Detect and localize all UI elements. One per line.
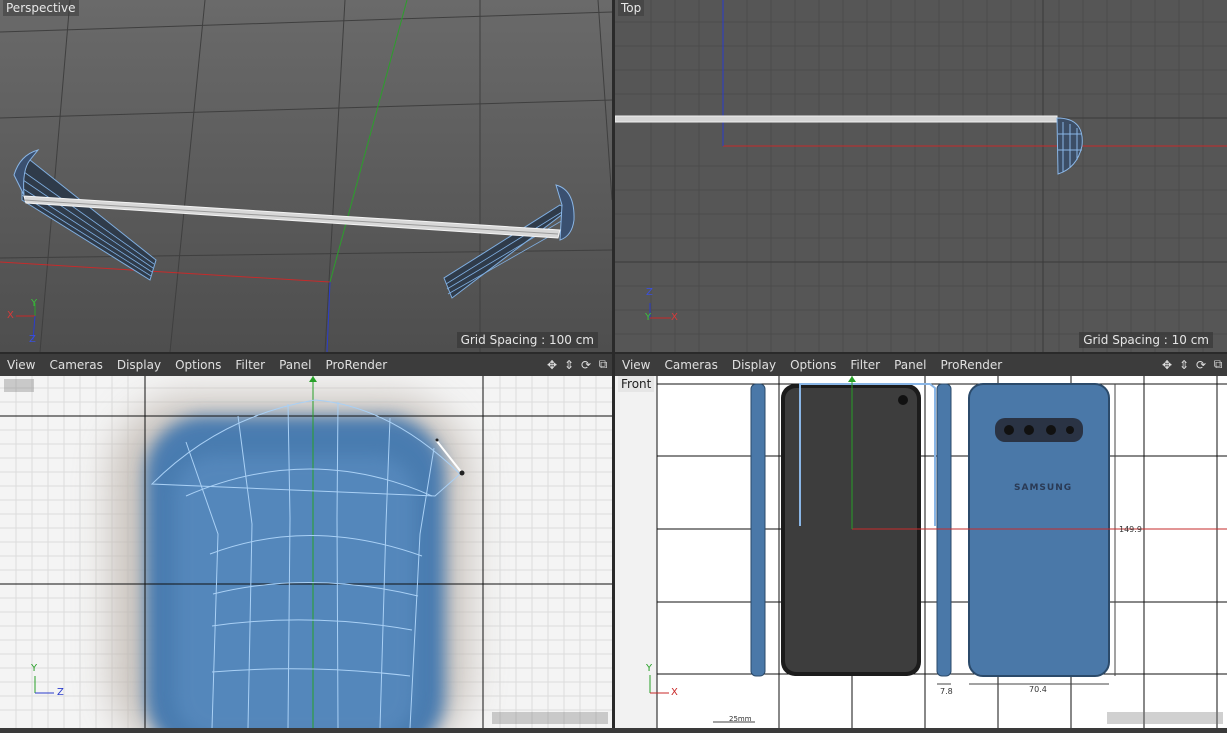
dolly-view-icon[interactable]: ⇕ bbox=[562, 357, 576, 372]
axis-label-y: Y bbox=[31, 663, 38, 674]
menu-prorender[interactable]: ProRender bbox=[933, 354, 1009, 376]
viewport-right[interactable]: Y Z bbox=[0, 376, 612, 728]
front-scene bbox=[615, 376, 1227, 728]
viewport-front[interactable]: Front SAMSUNG 149.9 70.4 7.8 25mm Y X bbox=[615, 376, 1227, 728]
menu-panel[interactable]: Panel bbox=[887, 354, 933, 376]
front-camera-icon bbox=[898, 395, 908, 405]
phone-side-left bbox=[750, 383, 766, 677]
axis-gizmo bbox=[34, 676, 54, 694]
axis-label-y: Y bbox=[31, 298, 38, 309]
menu-options[interactable]: Options bbox=[783, 354, 843, 376]
hud-readout-badge bbox=[1107, 712, 1223, 724]
viewport-label: Perspective bbox=[3, 0, 79, 16]
view-nav-tools: ✥ ⇕ ⟳ ⧉ bbox=[1160, 357, 1225, 372]
dimension-width-label: 70.4 bbox=[1029, 685, 1047, 694]
viewport-top[interactable]: Top Z Y X Grid Spacing : 10 cm bbox=[615, 0, 1227, 352]
top-scene bbox=[615, 0, 1227, 352]
view-nav-tools: ✥ ⇕ ⟳ ⧉ bbox=[545, 357, 610, 372]
dolly-view-icon[interactable]: ⇕ bbox=[1177, 357, 1191, 372]
top-grid-major bbox=[615, 0, 1227, 352]
maximize-view-icon[interactable]: ⧉ bbox=[1211, 357, 1225, 372]
viewport-menubar-front: View Cameras Display Options Filter Pane… bbox=[615, 354, 1227, 376]
viewport-label: Front bbox=[618, 376, 655, 392]
viewport-perspective[interactable]: Perspective Y X Z Grid Spacing : 100 cm bbox=[0, 0, 612, 352]
perspective-scene bbox=[0, 0, 612, 352]
axis-label-y: Y bbox=[645, 312, 652, 323]
dimension-scale-label: 25mm bbox=[729, 715, 752, 723]
move-view-icon[interactable]: ✥ bbox=[1160, 357, 1174, 372]
rotate-view-icon[interactable]: ⟳ bbox=[1194, 357, 1208, 372]
top-grid-minor bbox=[615, 0, 1227, 352]
axis-label-z: Z bbox=[57, 687, 64, 698]
phone-body-bar bbox=[615, 115, 1058, 123]
rotate-view-icon[interactable]: ⟳ bbox=[579, 357, 593, 372]
axis-label-y: Y bbox=[646, 663, 653, 674]
menu-cameras[interactable]: Cameras bbox=[42, 354, 109, 376]
menu-filter[interactable]: Filter bbox=[228, 354, 272, 376]
menu-display[interactable]: Display bbox=[110, 354, 168, 376]
phone-side-right bbox=[936, 383, 952, 677]
grid-spacing-readout: Grid Spacing : 10 cm bbox=[1079, 332, 1213, 348]
menu-filter[interactable]: Filter bbox=[843, 354, 887, 376]
axis-label-x: X bbox=[671, 312, 678, 323]
maximize-view-icon[interactable]: ⧉ bbox=[596, 357, 610, 372]
menu-display[interactable]: Display bbox=[725, 354, 783, 376]
viewport-label: Top bbox=[618, 0, 645, 16]
axis-label-z: Z bbox=[646, 287, 653, 298]
menu-options[interactable]: Options bbox=[168, 354, 228, 376]
menu-view[interactable]: View bbox=[0, 354, 42, 376]
axis-label-x: X bbox=[7, 310, 14, 321]
dimension-height-label: 149.9 bbox=[1119, 525, 1142, 534]
viewport-menubar-right: View Cameras Display Options Filter Pane… bbox=[0, 354, 612, 376]
menu-view[interactable]: View bbox=[615, 354, 657, 376]
right-scene bbox=[0, 376, 612, 728]
dimension-depth-label: 7.8 bbox=[940, 687, 953, 696]
menu-cameras[interactable]: Cameras bbox=[657, 354, 724, 376]
grid-spacing-readout: Grid Spacing : 100 cm bbox=[456, 332, 598, 348]
brand-text: SAMSUNG bbox=[1014, 483, 1073, 493]
menu-panel[interactable]: Panel bbox=[272, 354, 318, 376]
bottom-border bbox=[0, 728, 1227, 733]
axis-label-x: X bbox=[671, 687, 678, 698]
hud-readout-badge bbox=[492, 712, 608, 724]
axis-label-z: Z bbox=[29, 334, 36, 345]
menu-prorender[interactable]: ProRender bbox=[318, 354, 394, 376]
move-view-icon[interactable]: ✥ bbox=[545, 357, 559, 372]
viewport-label-badge bbox=[4, 379, 34, 392]
